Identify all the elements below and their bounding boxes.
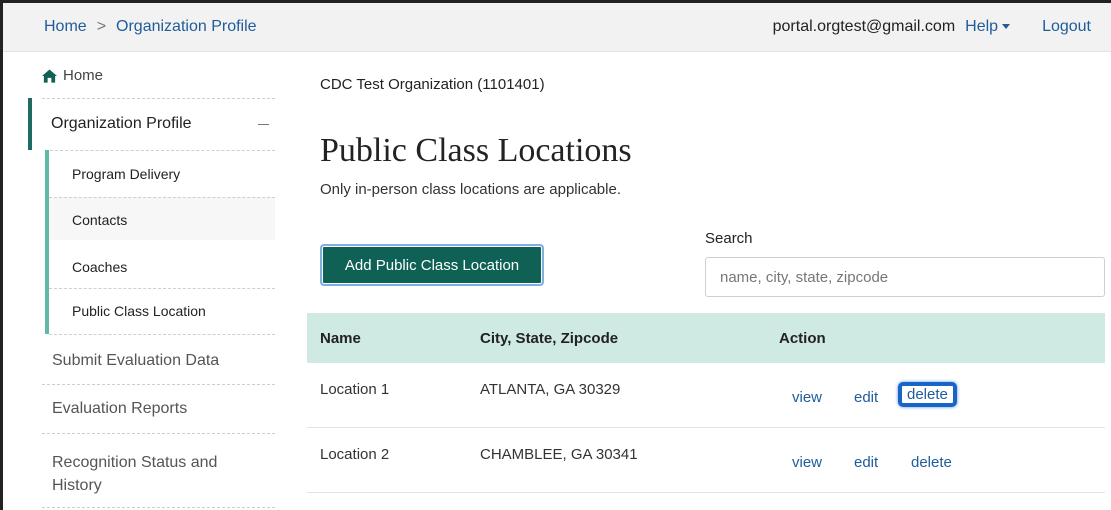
divider — [42, 384, 275, 385]
view-link[interactable]: view — [792, 389, 822, 406]
divider — [45, 150, 275, 151]
sidebar-item-recognition-status[interactable]: Recognition Status and History — [52, 451, 252, 497]
window-border-left — [0, 0, 3, 510]
organization-name: CDC Test Organization (1101401) — [320, 76, 545, 93]
sidebar-item-evaluation-reports[interactable]: Evaluation Reports — [52, 400, 187, 418]
edit-link[interactable]: edit — [854, 389, 878, 406]
collapse-minus-icon[interactable] — [258, 124, 269, 125]
table-row: Location 1 ATLANTA, GA 30329 view edit d… — [307, 363, 1105, 428]
sidebar-item-home[interactable]: Home — [42, 67, 103, 84]
breadcrumb: Home > Organization Profile — [44, 18, 257, 36]
help-label: Help — [965, 18, 999, 35]
divider — [42, 98, 275, 99]
user-menu: portal.orgtest@gmail.com Help Logout — [773, 18, 1091, 36]
cell-city: ATLANTA, GA 30329 — [480, 381, 621, 398]
divider — [49, 334, 275, 335]
table-header: Name City, State, Zipcode Action — [307, 313, 1105, 363]
view-link[interactable]: view — [792, 454, 822, 471]
caret-down-icon — [1002, 24, 1011, 30]
sidebar-item-contacts[interactable]: Contacts — [72, 212, 127, 228]
cell-city: CHAMBLEE, GA 30341 — [480, 446, 638, 463]
sidebar-item-coaches[interactable]: Coaches — [72, 259, 127, 275]
help-dropdown[interactable]: Help — [965, 18, 1011, 36]
page-subtitle: Only in-person class locations are appli… — [320, 181, 621, 198]
sidebar-item-public-class-location[interactable]: Public Class Location — [72, 303, 206, 319]
cell-name: Location 2 — [320, 446, 390, 463]
sidebar-item-submit-evaluation-data[interactable]: Submit Evaluation Data — [52, 352, 219, 370]
divider — [42, 433, 275, 434]
submenu-indicator — [45, 150, 49, 334]
add-public-class-location-button[interactable]: Add Public Class Location — [320, 244, 544, 286]
header-name: Name — [320, 330, 361, 347]
top-bar: Home > Organization Profile portal.orgte… — [3, 3, 1111, 52]
breadcrumb-current-link[interactable]: Organization Profile — [116, 18, 257, 36]
logout-link[interactable]: Logout — [1042, 18, 1091, 36]
sidebar-item-organization-profile[interactable]: Organization Profile — [51, 115, 192, 133]
search-input[interactable] — [705, 257, 1105, 297]
active-indicator — [28, 98, 32, 150]
delete-link[interactable]: delete — [898, 382, 957, 407]
page-title: Public Class Locations — [320, 132, 632, 169]
sidebar-home-label: Home — [63, 67, 104, 84]
breadcrumb-separator: > — [96, 18, 107, 35]
breadcrumb-home-link[interactable]: Home — [44, 18, 87, 36]
header-city-state-zip: City, State, Zipcode — [480, 330, 619, 347]
divider — [49, 288, 275, 289]
home-icon — [42, 68, 57, 83]
delete-link[interactable]: delete — [911, 454, 952, 471]
sidebar-item-program-delivery[interactable]: Program Delivery — [72, 166, 180, 182]
divider — [49, 197, 275, 198]
header-action: Action — [779, 330, 826, 347]
user-email: portal.orgtest@gmail.com — [772, 18, 956, 35]
cell-name: Location 1 — [320, 381, 390, 398]
divider — [42, 507, 275, 508]
edit-link[interactable]: edit — [854, 454, 878, 471]
locations-table: Name City, State, Zipcode Action Locatio… — [307, 313, 1105, 493]
search-label: Search — [705, 230, 753, 247]
table-row: Location 2 CHAMBLEE, GA 30341 view edit … — [307, 428, 1105, 493]
